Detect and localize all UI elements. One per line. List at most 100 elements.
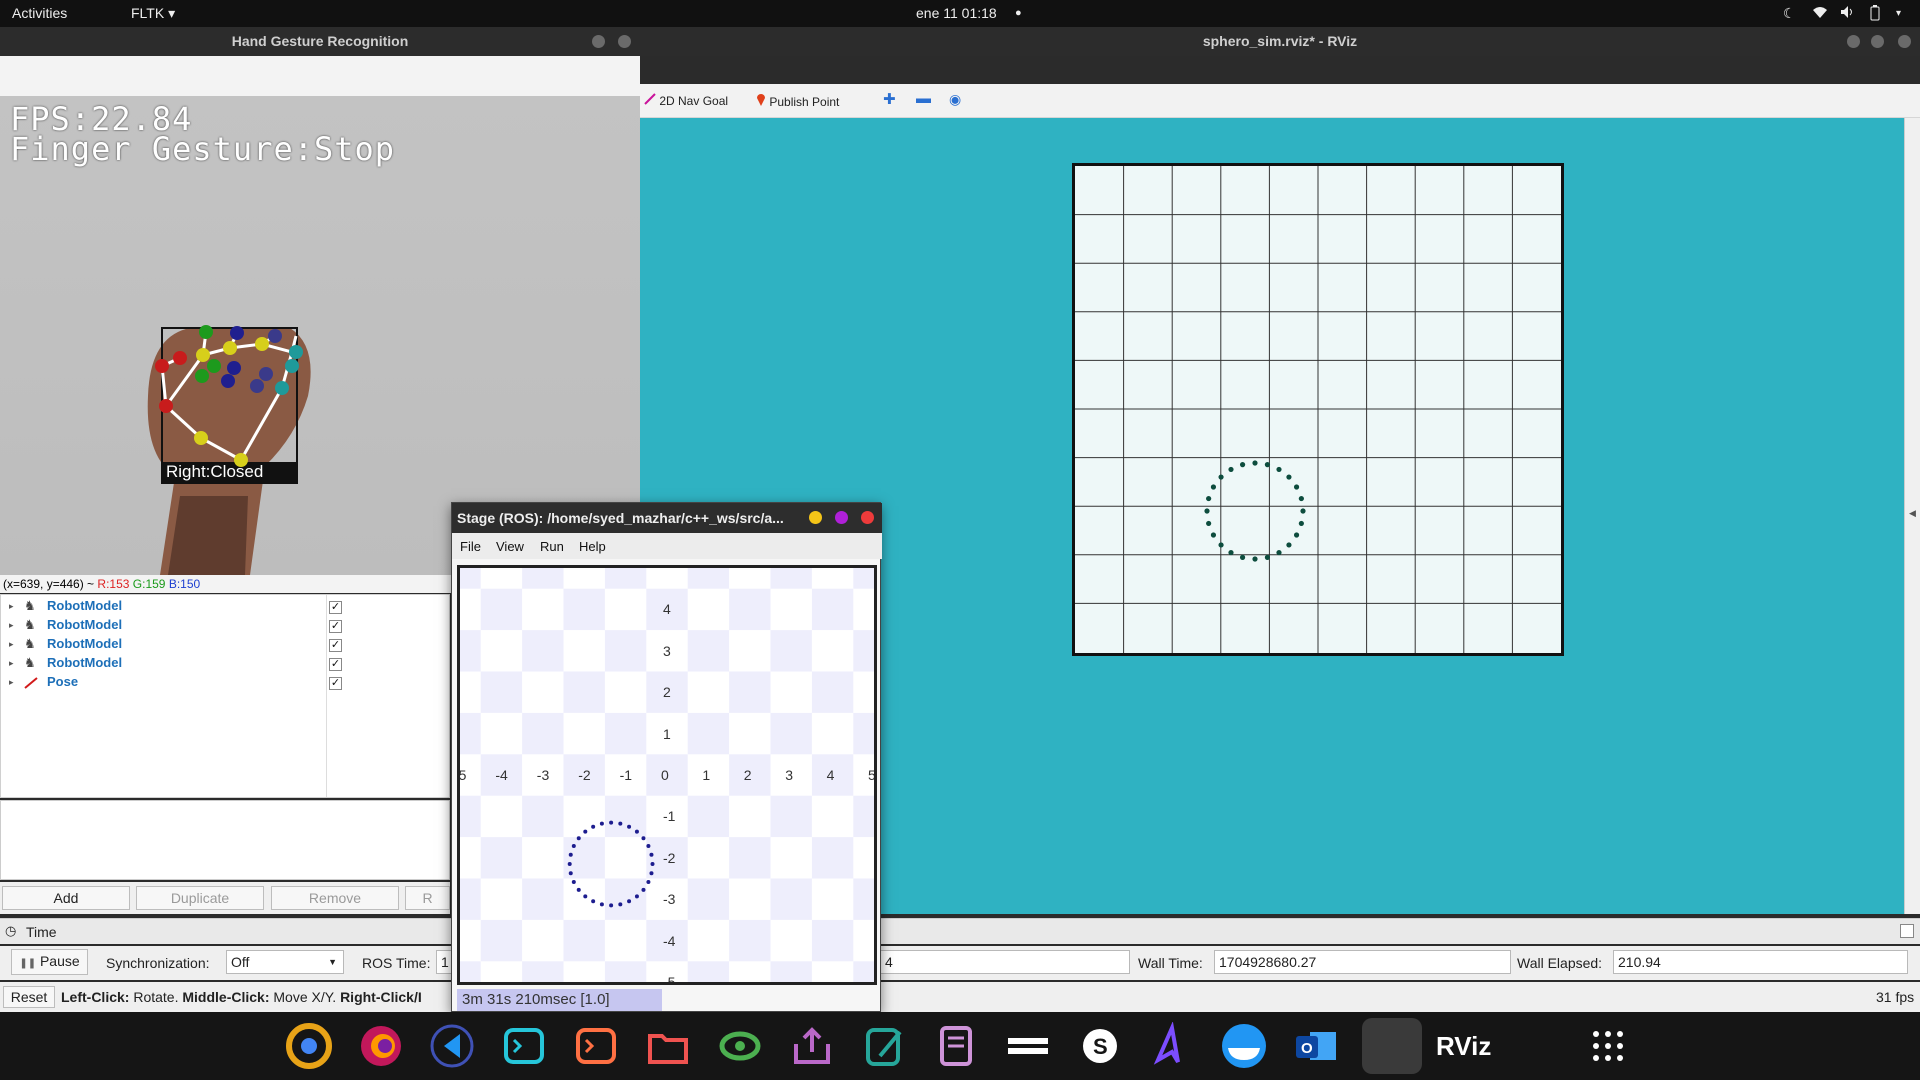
rviz-app-icon[interactable]: RViz xyxy=(1436,1022,1491,1070)
expand-arrow-icon[interactable]: ▸ xyxy=(9,639,14,650)
checker-cell xyxy=(770,878,812,920)
close-icon[interactable] xyxy=(1898,35,1911,48)
remove-tool-icon[interactable]: ▬ xyxy=(916,90,931,107)
expand-arrow-icon[interactable]: ▸ xyxy=(9,620,14,631)
close-icon[interactable] xyxy=(861,511,874,524)
minimize-icon[interactable] xyxy=(1847,35,1860,48)
sync-select[interactable]: Off ▼ xyxy=(226,950,344,974)
checker-cell xyxy=(687,712,730,755)
display-checkbox[interactable]: ✓ xyxy=(329,677,342,690)
fer-app-icon[interactable] xyxy=(1004,1022,1052,1070)
trail-dot xyxy=(1239,462,1246,468)
menu-file[interactable]: File xyxy=(460,539,481,554)
clock[interactable]: ene 11 01:18 xyxy=(916,5,997,21)
checker-cell xyxy=(522,568,564,589)
rviz-titlebar[interactable]: sphero_sim.rviz* - RViz xyxy=(640,27,1920,56)
camera-type-icon[interactable]: ◉ xyxy=(949,91,961,108)
close-icon[interactable] xyxy=(618,35,631,48)
pause-button[interactable]: ❚❚ Pause xyxy=(11,949,88,975)
menu-run[interactable]: Run xyxy=(540,539,564,554)
trail-dot xyxy=(1239,554,1246,560)
display-item-robotmodel[interactable]: ▸ ♞ RobotModel ✓ xyxy=(1,636,451,655)
launcher-icon[interactable] xyxy=(1148,1021,1196,1070)
expand-arrow-icon[interactable]: ▸ xyxy=(9,658,14,669)
show-apps-icon[interactable] xyxy=(1584,1022,1632,1070)
text-editor-icon[interactable] xyxy=(860,1022,908,1070)
pixel-red: R:153 xyxy=(97,577,130,591)
nvidia-icon[interactable] xyxy=(716,1022,764,1070)
volume-icon[interactable] xyxy=(1840,5,1856,22)
trail-dot xyxy=(641,836,646,841)
minimize-icon[interactable] xyxy=(809,511,822,524)
outlook-icon[interactable]: O xyxy=(1292,1022,1340,1070)
maximize-icon[interactable] xyxy=(1871,35,1884,48)
publish-point-tool[interactable]: Publish Point xyxy=(756,93,839,109)
docker-icon[interactable] xyxy=(1220,1022,1268,1070)
x-tick-label: 4 xyxy=(826,767,835,783)
duplicate-button[interactable]: Duplicate xyxy=(136,886,264,910)
display-checkbox[interactable]: ✓ xyxy=(329,639,342,652)
stage-menubar: File View Run Help xyxy=(452,533,882,559)
trail-dot xyxy=(618,821,623,826)
trail-dot xyxy=(1252,556,1258,562)
reset-button[interactable]: Reset xyxy=(3,986,55,1008)
display-item-pose[interactable]: ▸ Pose ✓ xyxy=(1,674,451,693)
wall-elapsed-field[interactable]: 210.94 xyxy=(1613,950,1908,974)
trail-dot xyxy=(571,879,576,884)
nav-goal-tool[interactable]: 2D Nav Goal xyxy=(644,93,728,108)
stage-titlebar[interactable]: Stage (ROS): /home/syed_mazhar/c++_ws/sr… xyxy=(452,503,882,533)
display-checkbox[interactable]: ✓ xyxy=(329,658,342,671)
stage-window: Stage (ROS): /home/syed_mazhar/c++_ws/sr… xyxy=(451,502,882,1012)
trail-dot xyxy=(1264,462,1271,468)
firefox-icon[interactable] xyxy=(357,1022,405,1070)
display-checkbox[interactable]: ✓ xyxy=(329,620,342,633)
battery-icon[interactable] xyxy=(1870,5,1880,24)
time-panel-close-icon[interactable] xyxy=(1900,924,1914,938)
app-menu[interactable]: FLTK ▾ xyxy=(131,5,175,22)
display-item-robotmodel[interactable]: ▸ ♞ RobotModel ✓ xyxy=(1,598,451,617)
display-item-robotmodel[interactable]: ▸ ♞ RobotModel ✓ xyxy=(1,655,451,674)
chrome-icon[interactable] xyxy=(285,1022,333,1070)
checker-cell xyxy=(460,712,481,755)
checker-cell xyxy=(770,568,812,589)
night-light-icon[interactable]: ☾ xyxy=(1783,5,1796,22)
checker-cell xyxy=(460,795,481,838)
rviz-status-bar: Reset Left-Click: Rotate. Middle-Click: … xyxy=(0,982,1920,1012)
expand-arrow-icon[interactable]: ▸ xyxy=(9,677,14,688)
trail-dot xyxy=(583,894,588,899)
rviz-window-preview[interactable] xyxy=(1362,1018,1422,1074)
trail-dot xyxy=(1210,484,1217,490)
display-item-robotmodel[interactable]: ▸ ♞ RobotModel ✓ xyxy=(1,617,451,636)
stage-canvas[interactable]: -5 -4 -3 -2 -1 0 1 2 3 4 5 4 3 2 1 -1 -2 -3 -4 -5 xyxy=(457,565,877,985)
minimize-icon[interactable] xyxy=(592,35,605,48)
maximize-icon[interactable] xyxy=(835,511,848,524)
installer-icon[interactable] xyxy=(788,1022,836,1070)
files-icon[interactable] xyxy=(644,1022,692,1070)
display-checkbox[interactable]: ✓ xyxy=(329,601,342,614)
ros-elapsed-field[interactable]: 4 xyxy=(880,950,1130,974)
trail-dot xyxy=(1276,549,1282,556)
terminal-alt-icon[interactable] xyxy=(572,1022,620,1070)
system-menu-icon[interactable]: ▾ xyxy=(1896,8,1901,19)
right-panel-collapse[interactable]: ◀ xyxy=(1904,118,1920,914)
menu-view[interactable]: View xyxy=(496,539,524,554)
remove-button[interactable]: Remove xyxy=(271,886,399,910)
menu-help[interactable]: Help xyxy=(579,539,606,554)
wifi-icon[interactable] xyxy=(1812,5,1828,22)
robot-icon: ♞ xyxy=(24,655,36,670)
document-viewer-icon[interactable] xyxy=(932,1022,980,1070)
rename-button[interactable]: R xyxy=(405,886,450,910)
activities-button[interactable]: Activities xyxy=(12,5,67,21)
vscode-icon[interactable] xyxy=(428,1022,476,1070)
wall-time-field[interactable]: 1704928680.27 xyxy=(1214,950,1511,974)
add-tool-icon[interactable]: ✚ xyxy=(883,90,896,108)
terminal-icon[interactable] xyxy=(500,1022,548,1070)
trail-dot xyxy=(568,871,573,876)
x-tick-label: 2 xyxy=(743,767,752,783)
camera-titlebar[interactable]: Hand Gesture Recognition xyxy=(0,27,640,56)
display-label: RobotModel xyxy=(47,636,123,651)
checker-cell xyxy=(853,878,874,920)
expand-arrow-icon[interactable]: ▸ xyxy=(9,601,14,612)
skype-icon[interactable]: S xyxy=(1076,1022,1124,1070)
add-button[interactable]: Add xyxy=(2,886,130,910)
